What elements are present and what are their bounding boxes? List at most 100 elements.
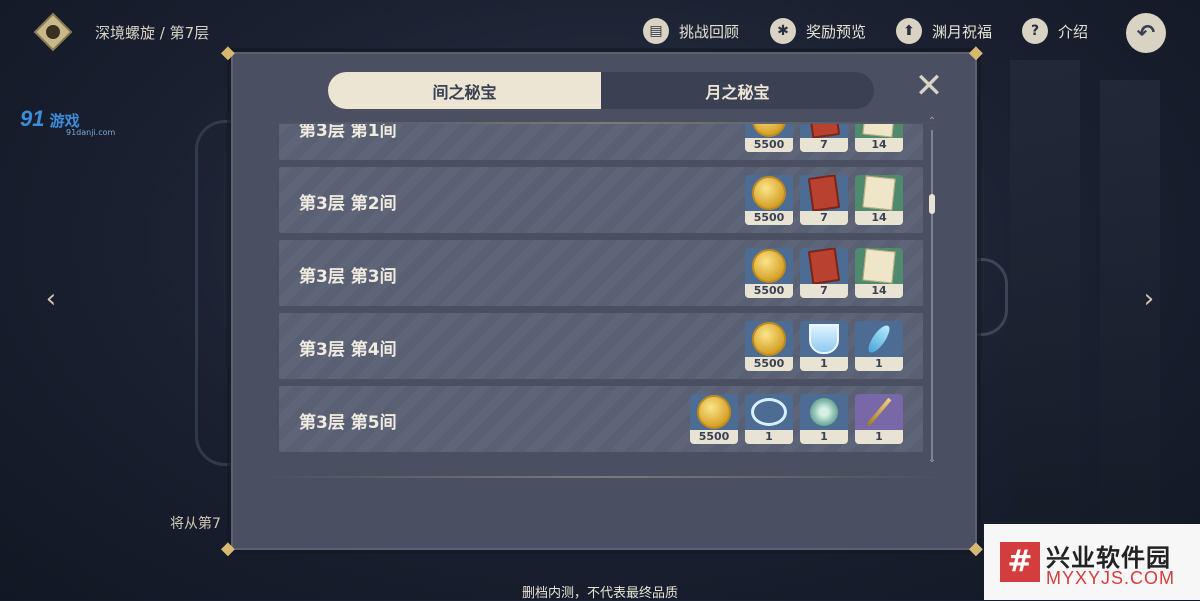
background-partial-text: 将从第7 [170,516,221,532]
reward-group: 5500 7 14 [745,248,903,298]
red-book-icon [807,175,841,212]
reward-item[interactable]: 7 [800,248,848,298]
watermark-91: 91 游戏 91danji.com [20,106,115,137]
back-button[interactable]: ↶ [1126,13,1166,53]
reward-item[interactable]: 7 [800,124,848,152]
scroll-icon [862,124,896,138]
corner-ornament-icon: ◆ [221,538,235,559]
reward-group: 5500 7 14 [745,124,903,152]
watermark-91-brand: 91 [20,106,45,131]
nav-blessing[interactable]: ⬆ 渊月祝福 [896,18,992,44]
tab-chamber-treasure[interactable]: 间之秘宝 [328,72,601,109]
reward-count: 7 [800,284,848,298]
mora-coin-icon [752,124,786,137]
corner-ornament-icon: ◆ [969,42,983,63]
next-arrow-icon[interactable]: › [1136,286,1162,312]
reward-item[interactable]: 14 [855,124,903,152]
watermark-xy-logo: # [1000,542,1040,582]
reward-count: 5500 [745,211,793,225]
nav-reward-preview[interactable]: ✱ 奖励预览 [770,18,866,44]
scrollbar-track[interactable] [931,130,933,460]
rewards-modal: ◆ ◆ ◆ ◆ 间之秘宝 月之秘宝 ✕ 第3层 第1间 5500 7 14 第3… [221,44,983,558]
prev-arrow-icon[interactable]: ‹ [38,286,64,312]
nav-label: 奖励预览 [806,22,867,41]
breadcrumb: 深境螺旋 / 第7层 [95,24,210,42]
list-item: 第3层 第2间 5500 7 14 [279,167,923,233]
reward-item[interactable]: 14 [855,175,903,225]
reward-group: 5500 1 1 [745,321,903,371]
red-book-icon [807,124,841,139]
reward-count: 1 [855,430,903,444]
corner-ornament-icon: ◆ [221,42,235,63]
reward-count: 5500 [745,138,793,152]
reward-count: 14 [855,284,903,298]
chain-artifact-icon [751,398,787,426]
back-arrow-icon: ↶ [1136,20,1156,46]
upload-icon: ⬆ [896,18,922,44]
question-icon: ? [1022,18,1048,44]
reward-item[interactable]: 5500 [745,175,793,225]
reward-count: 14 [855,138,903,152]
feather-artifact-icon [864,322,894,356]
book-icon: ▤ [643,18,669,44]
nav-intro[interactable]: ? 介绍 [1022,18,1088,44]
reward-count: 7 [800,138,848,152]
list-item: 第3层 第5间 5500 1 1 1 [279,386,923,452]
bg-pillar [1010,60,1080,540]
reward-item[interactable]: 1 [745,394,793,444]
tab-moon-treasure[interactable]: 月之秘宝 [601,72,874,109]
reward-group: 5500 1 1 1 [690,394,903,444]
reward-count: 5500 [745,284,793,298]
watermark-91-url: 91danji.com [66,128,116,137]
row-label: 第3层 第4间 [299,340,397,360]
watermark-xy: # 兴业软件园 MYXYJS.COM [984,524,1200,600]
reward-item[interactable]: 5500 [745,124,793,152]
reward-item[interactable]: 7 [800,175,848,225]
list-item: 第3层 第1间 5500 7 14 [279,124,923,160]
scroll-icon [862,248,896,284]
row-label: 第3层 第3间 [299,267,397,287]
reward-item[interactable]: 5500 [745,321,793,371]
tab-bar: 间之秘宝 月之秘宝 [328,72,874,109]
mora-coin-icon [752,249,786,283]
scrollbar-thumb[interactable] [929,194,935,214]
reward-item[interactable]: 1 [855,321,903,371]
polearm-weapon-icon [866,397,892,427]
reward-count: 1 [855,357,903,371]
red-book-icon [807,248,841,285]
reward-count: 5500 [690,430,738,444]
list-item: 第3层 第3间 5500 7 14 [279,240,923,306]
reward-count: 14 [855,211,903,225]
reward-count: 1 [800,430,848,444]
row-label: 第3层 第2间 [299,194,397,214]
mora-coin-icon [752,322,786,356]
reward-item[interactable]: 1 [800,394,848,444]
reward-item[interactable]: 1 [800,321,848,371]
nav-challenge-review[interactable]: ▤ 挑战回顾 [643,18,739,44]
scroll-down-icon[interactable]: ⌄ [927,454,937,465]
list-item: 第3层 第4间 5500 1 1 [279,313,923,379]
watermark-xy-url: MYXYJS.COM [1046,568,1176,588]
mora-coin-icon [697,395,731,429]
reward-group: 5500 7 14 [745,175,903,225]
scroll-up-icon[interactable]: ⌃ [927,116,937,127]
row-label: 第3层 第5间 [299,413,397,433]
reward-item[interactable]: 5500 [690,394,738,444]
reward-item[interactable]: 1 [855,394,903,444]
row-label: 第3层 第1间 [299,124,397,141]
goblet-artifact-icon [809,324,839,354]
nav-label: 介绍 [1058,22,1089,41]
reward-count: 7 [800,211,848,225]
mora-coin-icon [752,176,786,210]
scroll-icon [862,175,896,211]
abyss-emblem-icon [33,12,73,52]
reward-item[interactable]: 14 [855,248,903,298]
reward-item[interactable]: 5500 [745,248,793,298]
nav-label: 挑战回顾 [679,22,740,41]
reward-list[interactable]: 第3层 第1间 5500 7 14 第3层 第2间 5500 7 14 第3层 … [279,124,923,469]
close-icon[interactable]: ✕ [914,69,944,103]
divider [263,476,943,478]
reward-count: 5500 [745,357,793,371]
reward-count: 1 [745,430,793,444]
reward-count: 1 [800,357,848,371]
